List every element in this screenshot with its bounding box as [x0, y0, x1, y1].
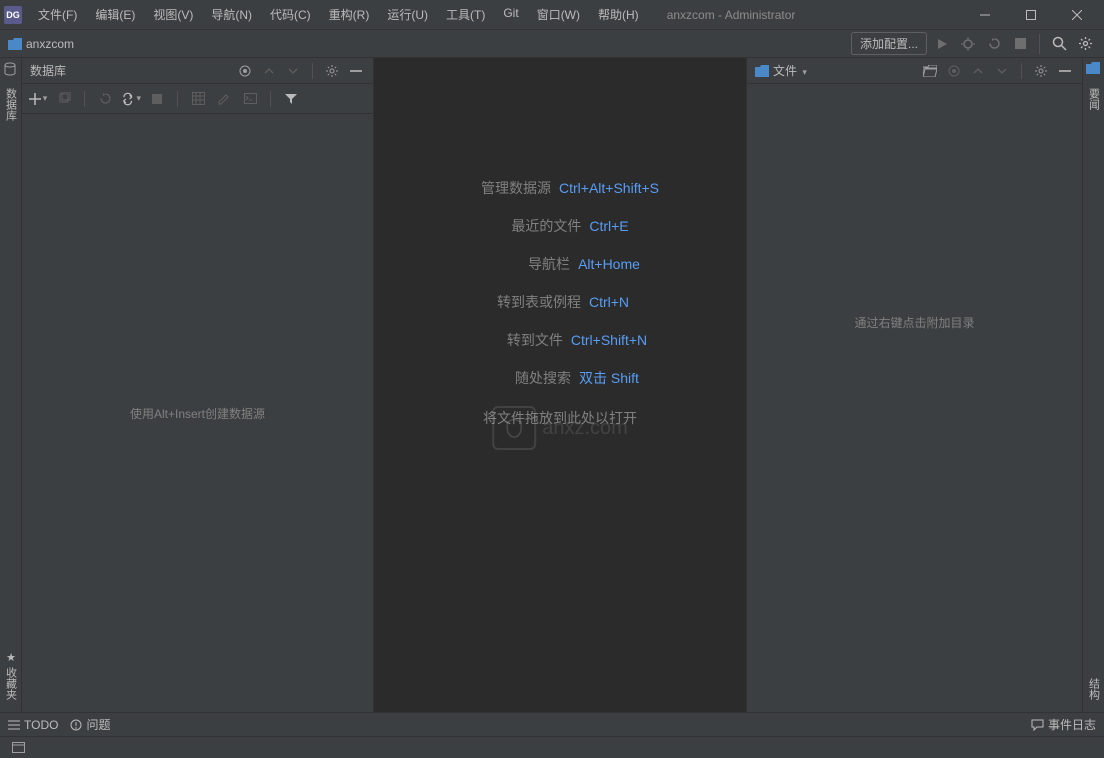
menu-help[interactable]: 帮助(H) — [590, 2, 647, 27]
stop-db-icon[interactable] — [147, 89, 167, 109]
shortcut-recent-files[interactable]: 最近的文件 Ctrl+E — [491, 216, 628, 236]
gear-icon[interactable] — [323, 62, 341, 80]
menu-file[interactable]: 文件(F) — [30, 2, 85, 27]
table-icon[interactable] — [188, 89, 208, 109]
todo-tab[interactable]: TODO — [8, 718, 58, 732]
open-folder-icon[interactable] — [921, 62, 939, 80]
menu-view[interactable]: 视图(V) — [145, 2, 201, 27]
copy-icon[interactable] — [54, 89, 74, 109]
files-panel-body: 通过右键点击附加目录 — [747, 84, 1082, 712]
menu-edit[interactable]: 编辑(E) — [87, 2, 143, 27]
bottom-toolbar: TODO 问题 事件日志 — [0, 712, 1104, 736]
database-panel-title: 数据库 — [30, 62, 236, 79]
collapse-icon[interactable] — [993, 62, 1011, 80]
target-icon[interactable] — [236, 62, 254, 80]
run-icon[interactable] — [931, 33, 953, 55]
editor-drop-hint: 将文件拖放到此处以打开 — [483, 408, 637, 428]
expand-icon[interactable] — [260, 62, 278, 80]
right-tab-structure[interactable]: 结构 — [1084, 672, 1104, 706]
shortcut-goto-class[interactable]: 转到表或例程 Ctrl+N — [491, 292, 629, 312]
status-window-icon[interactable] — [8, 738, 28, 758]
folder-icon — [755, 65, 769, 77]
project-name: anxzcom — [26, 37, 74, 51]
database-empty-hint: 使用Alt+Insert创建数据源 — [130, 405, 265, 422]
problems-tab[interactable]: 问题 — [70, 716, 110, 733]
files-gutter-icon — [1086, 62, 1102, 78]
hide-panel-icon[interactable] — [1056, 62, 1074, 80]
target-icon[interactable] — [945, 62, 963, 80]
settings-icon[interactable] — [1074, 33, 1096, 55]
close-button[interactable] — [1054, 0, 1100, 30]
right-tab-news[interactable]: 要闻 — [1084, 82, 1104, 116]
title-bar: DG 文件(F) 编辑(E) 视图(V) 导航(N) 代码(C) 重构(R) 运… — [0, 0, 1104, 30]
main-area: 数据库 ★ 收藏夹 数据库 — [0, 58, 1104, 712]
right-gutter: 要闻 结构 — [1082, 58, 1104, 712]
add-configuration-button[interactable]: 添加配置... — [851, 32, 927, 55]
menu-bar: 文件(F) 编辑(E) 视图(V) 导航(N) 代码(C) 重构(R) 运行(U… — [30, 2, 647, 27]
warning-icon — [70, 719, 82, 731]
menu-git[interactable]: Git — [495, 2, 526, 27]
files-panel-title[interactable]: 文件 ▾ — [773, 62, 921, 79]
files-panel: 文件 ▾ — [746, 58, 1082, 712]
chat-icon — [1031, 719, 1044, 731]
menu-code[interactable]: 代码(C) — [262, 2, 319, 27]
gear-icon[interactable] — [1032, 62, 1050, 80]
maximize-button[interactable] — [1008, 0, 1054, 30]
project-breadcrumb[interactable]: anxzcom — [8, 37, 74, 51]
collapse-icon[interactable] — [284, 62, 302, 80]
refresh-icon[interactable] — [95, 89, 115, 109]
files-panel-header: 文件 ▾ — [747, 58, 1082, 84]
window-controls — [962, 0, 1100, 30]
hide-panel-icon[interactable] — [347, 62, 365, 80]
rerun-icon[interactable] — [983, 33, 1005, 55]
left-tab-favorites[interactable]: ★ 收藏夹 — [1, 645, 21, 706]
menu-window[interactable]: 窗口(W) — [529, 2, 588, 27]
files-empty-hint: 通过右键点击附加目录 — [747, 314, 1082, 331]
shortcut-search-everywhere[interactable]: 随处搜索 双击 Shift — [481, 368, 639, 388]
editor-area: 管理数据源 Ctrl+Alt+Shift+S 最近的文件 Ctrl+E 导航栏 … — [374, 58, 746, 712]
database-panel-body: 使用Alt+Insert创建数据源 — [22, 114, 373, 712]
debug-icon[interactable] — [957, 33, 979, 55]
menu-tools[interactable]: 工具(T) — [438, 2, 493, 27]
add-icon[interactable]: ▾ — [28, 89, 48, 109]
menu-navigate[interactable]: 导航(N) — [203, 2, 260, 27]
menu-run[interactable]: 运行(U) — [379, 2, 436, 27]
list-icon — [8, 720, 20, 730]
edit-icon[interactable] — [214, 89, 234, 109]
filter-icon[interactable] — [281, 89, 301, 109]
window-title: anxzcom - Administrator — [667, 8, 962, 22]
expand-icon[interactable] — [969, 62, 987, 80]
console-icon[interactable] — [240, 89, 260, 109]
left-tab-database[interactable]: 数据库 — [1, 82, 21, 127]
folder-icon — [8, 38, 22, 50]
status-bar — [0, 736, 1104, 758]
sync-icon[interactable]: ▾ — [121, 89, 141, 109]
database-toolbar: ▾ ▾ — [22, 84, 373, 114]
left-gutter: 数据库 ★ 收藏夹 — [0, 58, 22, 712]
shortcut-goto-file[interactable]: 转到文件 Ctrl+Shift+N — [473, 330, 647, 350]
database-panel: 数据库 — [22, 58, 374, 712]
shortcut-navbar[interactable]: 导航栏 Alt+Home — [480, 254, 640, 274]
app-icon: DG — [4, 6, 22, 24]
minimize-button[interactable] — [962, 0, 1008, 30]
main-toolbar: anxzcom 添加配置... — [0, 30, 1104, 58]
search-icon[interactable] — [1048, 33, 1070, 55]
database-panel-header: 数据库 — [22, 58, 373, 84]
shortcut-datasource[interactable]: 管理数据源 Ctrl+Alt+Shift+S — [461, 178, 659, 198]
stop-icon[interactable] — [1009, 33, 1031, 55]
database-gutter-icon — [3, 62, 19, 78]
menu-refactor[interactable]: 重构(R) — [321, 2, 378, 27]
event-log-tab[interactable]: 事件日志 — [1031, 716, 1096, 733]
